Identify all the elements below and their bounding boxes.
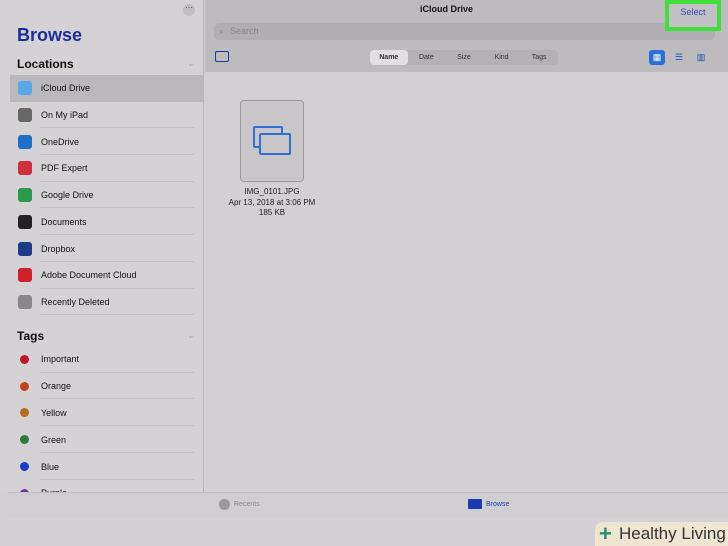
ipad-icon	[18, 108, 32, 123]
sidebar-item-label: Dropbox	[41, 243, 76, 254]
list-view-icon[interactable]: ☰	[671, 50, 687, 65]
sidebar-item-recently-deleted[interactable]: Recently Deleted	[10, 289, 203, 316]
grid-view-icon[interactable]: ▦	[649, 50, 665, 65]
tab-bar: Recents Browse	[8, 492, 728, 518]
chevron-down-icon[interactable]: ⌄	[187, 330, 195, 341]
watermark: + Healthy Living	[595, 522, 728, 546]
tag-important[interactable]: Important	[10, 346, 203, 373]
sidebar-item-label: On My iPad	[41, 110, 89, 121]
watermark-text: Healthy Living	[619, 524, 726, 543]
new-folder-icon[interactable]	[215, 51, 229, 62]
tag-color-icon	[20, 408, 29, 418]
pdf-expert-icon	[18, 161, 32, 176]
sidebar-item-label: Recently Deleted	[41, 296, 110, 307]
image-file-icon	[240, 100, 304, 182]
tag-label: Green	[41, 434, 67, 445]
sort-date[interactable]: Date	[408, 50, 446, 65]
sidebar-item-label: PDF Expert	[41, 163, 88, 174]
sidebar-item-adobe-document-cloud[interactable]: Adobe Document Cloud	[10, 262, 203, 289]
sidebar-item-label: Google Drive	[41, 190, 94, 201]
tag-label: Blue	[41, 461, 60, 472]
tag-color-icon	[20, 381, 29, 391]
sort-control: Name Date Size Kind Tags	[370, 50, 558, 65]
sidebar-item-pdf-expert[interactable]: PDF Expert	[10, 155, 203, 182]
toolbar: iCloud Drive ⌕ Search Name Date Size Kind…	[205, 0, 728, 72]
file-item[interactable]: IMG_0101.JPG Apr 13, 2018 at 3:06 PM 185…	[222, 100, 322, 219]
search-icon: ⌕	[219, 26, 225, 36]
clock-icon	[219, 499, 230, 510]
sidebar-item-documents[interactable]: Documents	[10, 209, 203, 236]
sort-name[interactable]: Name	[370, 50, 408, 65]
tab-browse[interactable]: Browse	[468, 499, 509, 509]
tab-recents-label: Recents	[234, 501, 260, 508]
column-view-icon[interactable]: ▥	[693, 50, 709, 65]
dropbox-icon	[18, 241, 32, 256]
folder-icon	[468, 499, 482, 509]
more-options-button[interactable]: ···	[183, 4, 195, 16]
tags-header[interactable]: Tags	[17, 329, 44, 343]
tag-purple[interactable]: Purple	[10, 480, 203, 492]
sidebar-item-icloud-drive[interactable]: iCloud Drive	[10, 75, 203, 102]
file-name: IMG_0101.JPG	[244, 187, 300, 196]
plus-logo-icon: +	[599, 521, 612, 546]
tag-label: Yellow	[41, 407, 67, 418]
tag-label: Orange	[41, 381, 72, 392]
tab-recents[interactable]: Recents	[219, 499, 260, 510]
google-drive-icon	[18, 188, 32, 203]
file-size: 185 KB	[258, 208, 286, 217]
adobe-icon	[18, 268, 32, 283]
search-placeholder: Search	[230, 26, 259, 36]
search-input[interactable]: ⌕ Search	[214, 23, 715, 40]
sort-tags[interactable]: Tags	[520, 50, 558, 65]
tag-label: Important	[41, 354, 80, 365]
sidebar-item-label: iCloud Drive	[41, 83, 91, 94]
tag-color-icon	[20, 462, 29, 472]
tag-yellow[interactable]: Yellow	[10, 400, 203, 427]
locations-header[interactable]: Locations	[17, 57, 74, 71]
documents-icon	[18, 214, 32, 229]
sidebar-item-label: OneDrive	[41, 136, 80, 147]
sidebar-item-label: Adobe Document Cloud	[41, 270, 137, 281]
sort-size[interactable]: Size	[445, 50, 483, 65]
sidebar-item-label: Documents	[41, 216, 87, 227]
icloud-icon	[18, 81, 32, 96]
trash-icon	[18, 294, 32, 309]
file-date: Apr 13, 2018 at 3:06 PM	[228, 197, 316, 207]
sidebar-item-on-my-ipad[interactable]: On My iPad	[10, 102, 203, 129]
tag-color-icon	[20, 354, 29, 364]
select-button[interactable]: Select	[665, 0, 721, 31]
tag-orange[interactable]: Orange	[10, 373, 203, 400]
tag-green[interactable]: Green	[10, 426, 203, 454]
sort-kind[interactable]: Kind	[483, 50, 521, 65]
chevron-down-icon[interactable]: ⌄	[187, 58, 195, 69]
sidebar-item-dropbox[interactable]: Dropbox	[10, 235, 203, 262]
tab-browse-label: Browse	[486, 500, 510, 508]
sidebar-item-google-drive[interactable]: Google Drive	[10, 182, 203, 209]
sidebar-item-onedrive[interactable]: OneDrive	[10, 128, 203, 156]
browse-title: Browse	[17, 25, 83, 45]
onedrive-icon	[18, 134, 32, 149]
folder-title: iCloud Drive	[419, 4, 473, 14]
tag-blue[interactable]: Blue	[10, 453, 203, 480]
tag-color-icon	[20, 435, 29, 445]
sidebar: ··· Browse Locations ⌄ iCloud Drive On My…	[0, 0, 204, 492]
